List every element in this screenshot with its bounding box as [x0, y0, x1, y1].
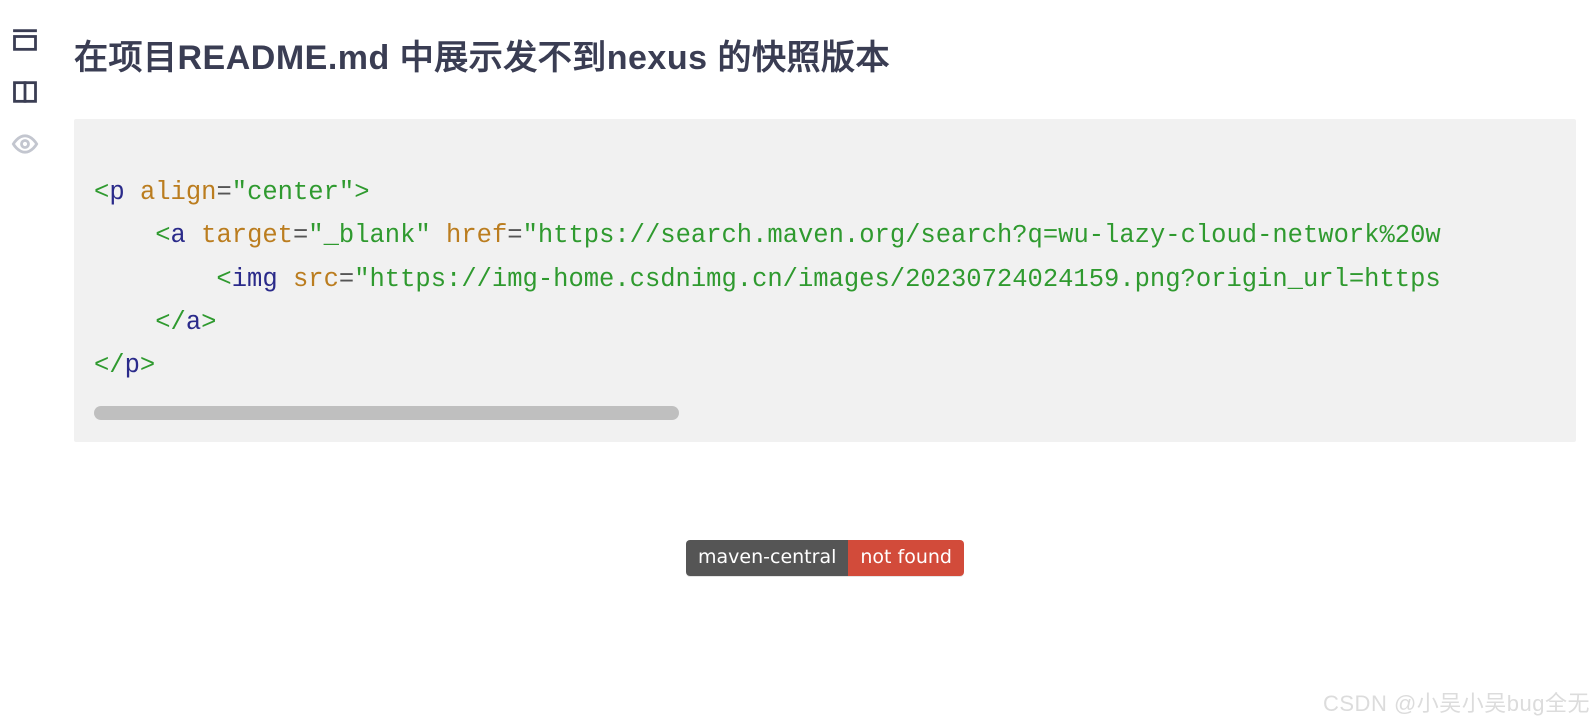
code-token: "_blank" — [308, 221, 430, 250]
code-token — [431, 221, 446, 250]
section-heading: 在项目README.md 中展示发不到nexus 的快照版本 — [74, 30, 1576, 79]
code-token: > — [354, 178, 369, 207]
badge-label: maven-central — [686, 540, 848, 576]
split-view-icon[interactable] — [11, 78, 39, 106]
code-pre: <p align="center"> <a target="_blank" hr… — [94, 171, 1556, 388]
code-horizontal-scrollbar[interactable] — [94, 406, 1556, 422]
code-token: < — [216, 265, 231, 294]
badge-value: not found — [848, 540, 964, 576]
code-token: src — [293, 265, 339, 294]
code-token — [94, 221, 155, 250]
preview-icon[interactable] — [11, 130, 39, 158]
code-token: < — [94, 178, 109, 207]
code-token: p — [109, 178, 124, 207]
code-token: > — [140, 351, 155, 380]
code-token: align — [140, 178, 217, 207]
maven-central-badge: maven-central not found — [686, 540, 964, 576]
code-token: </ — [94, 351, 125, 380]
code-token — [278, 265, 293, 294]
code-token: a — [186, 308, 201, 337]
main-content: 在项目README.md 中展示发不到nexus 的快照版本 <p align=… — [74, 0, 1596, 576]
code-token: a — [171, 221, 186, 250]
code-token — [94, 308, 155, 337]
code-token: = — [339, 265, 354, 294]
code-token: "https://search.maven.org/search?q=wu-la… — [523, 221, 1441, 250]
code-token: p — [125, 351, 140, 380]
code-token: < — [155, 221, 170, 250]
code-token: "https://img-home.csdnimg.cn/images/2023… — [354, 265, 1440, 294]
toc-icon[interactable] — [11, 26, 39, 54]
code-scrollbar-thumb[interactable] — [94, 406, 679, 420]
code-token: = — [216, 178, 231, 207]
code-token: = — [507, 221, 522, 250]
code-token: target — [201, 221, 293, 250]
code-token — [186, 221, 201, 250]
sidebar-toolbar — [0, 0, 50, 724]
code-block: <p align="center"> <a target="_blank" hr… — [74, 119, 1576, 442]
code-token: </ — [155, 308, 186, 337]
code-token: href — [446, 221, 507, 250]
code-token: = — [293, 221, 308, 250]
code-token — [125, 178, 140, 207]
code-token — [94, 265, 216, 294]
badge-container: maven-central not found — [74, 540, 1576, 576]
code-token: img — [232, 265, 278, 294]
code-token: > — [201, 308, 216, 337]
watermark: CSDN @小吴小吴bug全无 — [1323, 686, 1590, 718]
code-token: "center" — [232, 178, 354, 207]
